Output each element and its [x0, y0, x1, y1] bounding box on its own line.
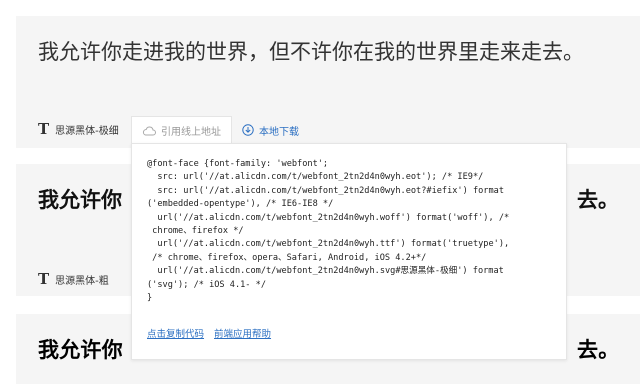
- font-t-icon: T: [38, 120, 50, 138]
- font-face-code: @font-face {font-family: 'webfont'; src:…: [147, 158, 556, 305]
- tab-local-download[interactable]: 本地下载: [232, 116, 309, 144]
- font-sample-right: 去。: [577, 188, 619, 212]
- code-line: ('embedded-opentype'), /* IE6-IE8 */: [147, 199, 334, 210]
- font-sample-text: 我允许你走进我的世界，但不许你在我的世界里走来走去。: [38, 40, 584, 64]
- code-line: }: [147, 293, 153, 304]
- code-line: @font-face {font-family: 'webfont';: [147, 159, 329, 169]
- embed-code-popover: @font-face {font-family: 'webfont'; src:…: [131, 143, 567, 360]
- tab-local-download-label: 本地下载: [259, 126, 299, 138]
- font-sample-left: 我允许你: [38, 188, 122, 212]
- font-sample-left: 我允许你: [38, 338, 123, 362]
- code-line: url('//at.alicdn.com/t/webfont_2tn2d4n0w…: [147, 239, 510, 250]
- code-line: url('//at.alicdn.com/t/webfont_2tn2d4n0w…: [147, 212, 510, 223]
- font-name: 思源黑体-极细: [55, 126, 119, 137]
- code-line: src: url('//at.alicdn.com/t/webfont_2tn2…: [147, 185, 504, 196]
- code-line: /* chrome、firefox、opera、Safari, Android,…: [147, 252, 427, 263]
- code-line: url('//at.alicdn.com/t/webfont_2tn2d4n0w…: [147, 266, 504, 277]
- tab-online-url-label: 引用线上地址: [161, 127, 221, 138]
- embed-tabs: 引用线上地址 本地下载: [131, 116, 309, 144]
- font-meta: T 思源黑体-粗: [38, 270, 109, 288]
- code-line: ('svg'); /* iOS 4.1- */: [147, 279, 266, 290]
- code-line: chrome、firefox */: [147, 226, 244, 237]
- font-sample-right: 去。: [577, 338, 620, 362]
- code-line: src: url('//at.alicdn.com/t/webfont_2tn2…: [147, 172, 484, 183]
- copy-code-link[interactable]: 点击复制代码: [147, 326, 204, 340]
- help-link[interactable]: 前端应用帮助: [214, 326, 271, 340]
- font-name: 思源黑体-粗: [55, 276, 109, 287]
- font-t-icon: T: [38, 270, 50, 288]
- font-card-light: 我允许你走进我的世界，但不许你在我的世界里走来走去。 T 思源黑体-极细: [16, 16, 640, 148]
- download-icon: [242, 124, 254, 136]
- font-meta: T 思源黑体-极细: [38, 120, 119, 138]
- popover-links: 点击复制代码 前端应用帮助: [147, 326, 271, 340]
- tab-online-url[interactable]: 引用线上地址: [131, 116, 232, 144]
- cloud-icon: [142, 126, 156, 135]
